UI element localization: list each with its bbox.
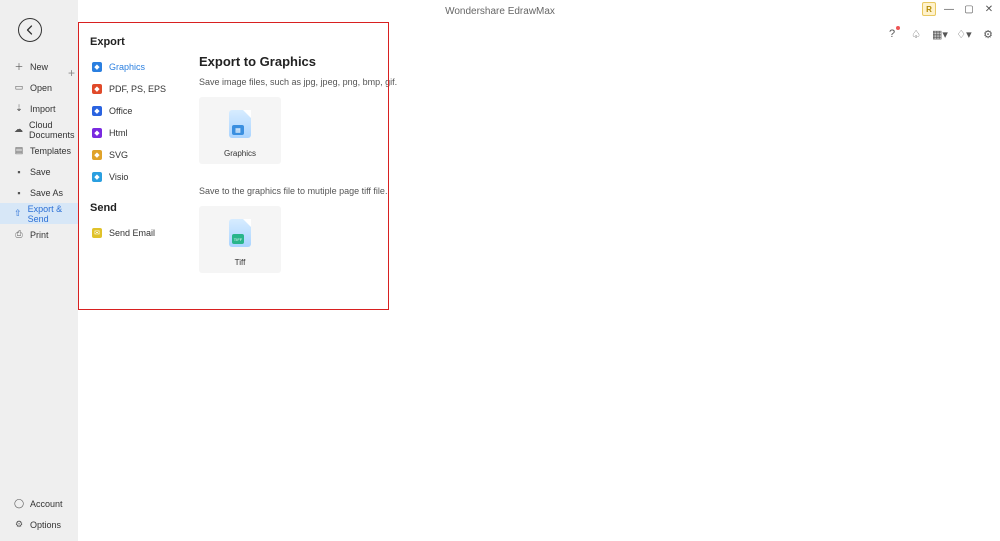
toolbar-right: ? ♤ ▦▾ ♢▾ ⚙ (884, 26, 996, 42)
help-icon[interactable]: ? (884, 26, 900, 42)
card-graphics[interactable]: ▦ Graphics (199, 97, 281, 164)
menu-save-as[interactable]: ▪Save As (0, 182, 78, 203)
menu-export-send[interactable]: ⇧Export & Send (0, 203, 78, 224)
gear-icon: ⚙ (14, 520, 24, 530)
templates-icon: ▤ (14, 146, 24, 156)
window-controls: R ― ▢ ✕ (922, 2, 996, 16)
graphics-file-icon: ▦ (223, 105, 257, 143)
close-button[interactable]: ✕ (982, 2, 996, 16)
send-item-email[interactable]: ✉Send Email (90, 222, 175, 244)
html-icon: ◆ (92, 128, 102, 138)
content-desc-2: Save to the graphics file to mutiple pag… (199, 186, 759, 196)
settings-icon[interactable]: ⚙ (980, 26, 996, 42)
export-item-office[interactable]: ◆Office (90, 100, 175, 122)
menu-templates[interactable]: ▤Templates (0, 140, 78, 161)
content-desc-1: Save image files, such as jpg, jpeg, png… (199, 77, 759, 87)
file-sidebar-bottom: ◯Account ⚙Options (0, 493, 78, 535)
menu-account[interactable]: ◯Account (0, 493, 78, 514)
visio-icon: ◆ (92, 172, 102, 182)
export-item-pdf[interactable]: ◆PDF, PS, EPS (90, 78, 175, 100)
menu-open[interactable]: ▭Open (0, 77, 78, 98)
bell-icon[interactable]: ♤ (908, 26, 924, 42)
send-heading: Send (90, 202, 175, 214)
export-item-svg[interactable]: ◆SVG (90, 144, 175, 166)
new-tab-plus[interactable]: + (68, 66, 75, 80)
menu-save[interactable]: ▪Save (0, 161, 78, 182)
export-item-visio[interactable]: ◆Visio (90, 166, 175, 188)
filter-icon[interactable]: ♢▾ (956, 26, 972, 42)
office-icon: ◆ (92, 106, 102, 116)
card-tiff[interactable]: TIFF Tiff (199, 206, 281, 273)
arrow-left-icon (24, 24, 36, 36)
export-item-graphics[interactable]: ◆Graphics (90, 56, 175, 78)
pdf-icon: ◆ (92, 84, 102, 94)
menu-options[interactable]: ⚙Options (0, 514, 78, 535)
export-panel: Export ◆Graphics ◆PDF, PS, EPS ◆Office ◆… (78, 22, 179, 310)
cloud-icon: ☁ (14, 125, 23, 135)
account-icon: ◯ (14, 499, 24, 509)
export-heading: Export (90, 36, 175, 48)
svg-icon: ◆ (92, 150, 102, 160)
minimize-button[interactable]: ― (942, 2, 956, 16)
saveas-icon: ▪ (14, 188, 24, 198)
graphics-icon: ◆ (92, 62, 102, 72)
menu-print[interactable]: ⎙Print (0, 224, 78, 245)
save-icon: ▪ (14, 167, 24, 177)
file-sidebar: ＋New ▭Open ⇣Import ☁Cloud Documents ▤Tem… (0, 0, 78, 541)
titlebar: Wondershare EdrawMax R ― ▢ ✕ (0, 0, 1000, 22)
email-icon: ✉ (92, 228, 102, 238)
export-icon: ⇧ (14, 209, 22, 219)
print-icon: ⎙ (14, 230, 24, 240)
plus-icon: ＋ (14, 62, 24, 72)
menu-new[interactable]: ＋New (0, 56, 78, 77)
tiff-file-icon: TIFF (223, 214, 257, 252)
folder-icon: ▭ (14, 83, 24, 93)
export-content: Export to Graphics Save image files, suc… (179, 22, 779, 327)
content-title: Export to Graphics (199, 54, 759, 69)
menu-import[interactable]: ⇣Import (0, 98, 78, 119)
apps-icon[interactable]: ▦▾ (932, 26, 948, 42)
import-icon: ⇣ (14, 104, 24, 114)
maximize-button[interactable]: ▢ (962, 2, 976, 16)
menu-cloud-documents[interactable]: ☁Cloud Documents (0, 119, 78, 140)
user-badge[interactable]: R (922, 2, 936, 16)
export-item-html[interactable]: ◆Html (90, 122, 175, 144)
app-title: Wondershare EdrawMax (445, 6, 555, 17)
